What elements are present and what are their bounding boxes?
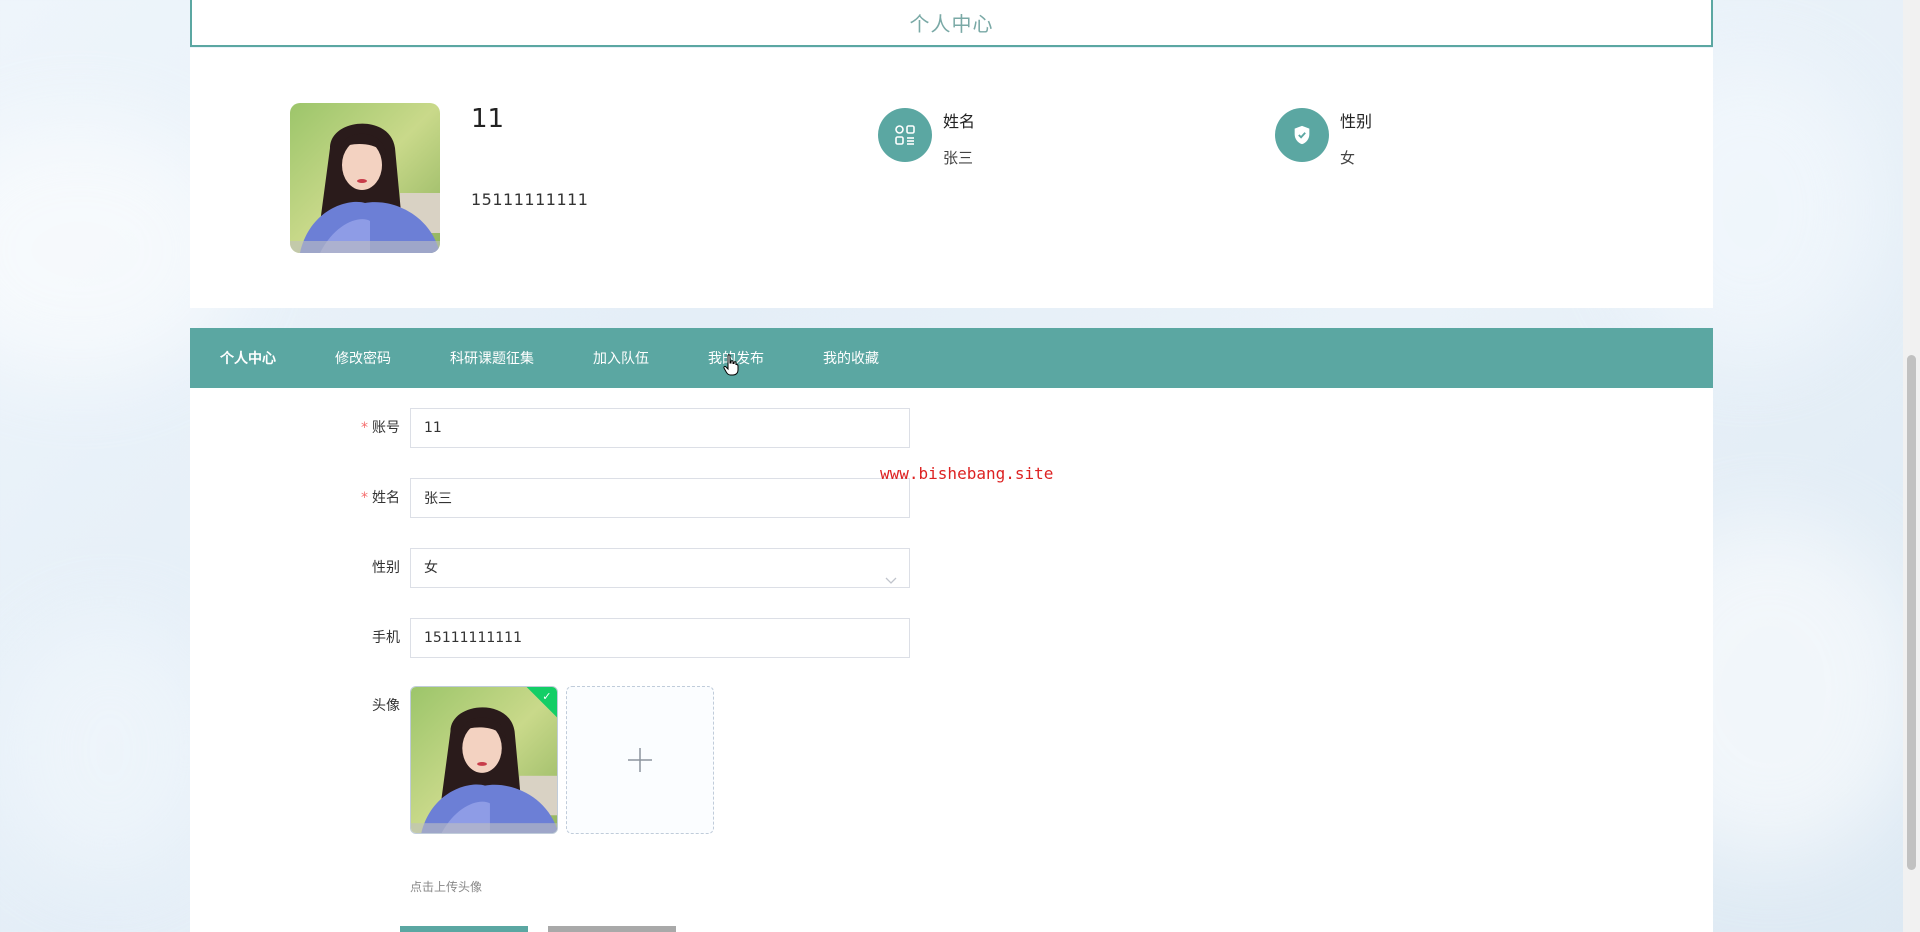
phone-input[interactable] bbox=[410, 618, 910, 658]
shield-check-icon bbox=[1275, 108, 1329, 162]
avatar bbox=[290, 103, 440, 253]
tab-join-team[interactable]: 加入队伍 bbox=[593, 348, 649, 368]
info-name-value: 张三 bbox=[943, 149, 974, 167]
gender-select-value: 女 bbox=[424, 560, 438, 576]
account-input[interactable] bbox=[410, 408, 910, 448]
watermark-text: www.bishebang.site bbox=[880, 464, 1054, 483]
check-icon: ✓ bbox=[542, 690, 552, 704]
tab-profile[interactable]: 个人中心 bbox=[220, 348, 276, 368]
required-mark: * bbox=[361, 420, 368, 436]
form-row-name: * 姓名 bbox=[190, 478, 1190, 518]
profile-card: 11 15111111111 姓名 张三 性别 女 bbox=[190, 48, 1713, 308]
scrollbar-thumb[interactable] bbox=[1907, 355, 1916, 870]
required-mark: * bbox=[361, 490, 368, 506]
page-title-bar: 个人中心 bbox=[190, 0, 1713, 47]
avatar-upload-hint: 点击上传头像 bbox=[410, 880, 483, 894]
profile-phone: 15111111111 bbox=[471, 190, 589, 209]
phone-label: 手机 bbox=[372, 630, 400, 646]
profile-username: 11 bbox=[471, 104, 505, 134]
apps-icon bbox=[878, 108, 932, 162]
page-scrollbar[interactable] bbox=[1903, 0, 1920, 932]
tab-change-password[interactable]: 修改密码 bbox=[335, 348, 391, 368]
tab-bar: 个人中心 修改密码 科研课题征集 加入队伍 我的发布 我的收藏 bbox=[190, 328, 1713, 388]
info-gender-value: 女 bbox=[1340, 149, 1356, 167]
info-gender-label: 性别 bbox=[1340, 112, 1373, 131]
logout-button[interactable] bbox=[548, 926, 676, 932]
form-row-gender: 性别 女 bbox=[190, 548, 1190, 588]
tab-my-favorites[interactable]: 我的收藏 bbox=[823, 348, 879, 368]
form-row-phone: 手机 bbox=[190, 618, 1190, 658]
page-title: 个人中心 bbox=[909, 12, 994, 36]
name-label: * 姓名 bbox=[361, 490, 400, 506]
avatar-thumbnail[interactable]: ✓ bbox=[410, 686, 558, 834]
chevron-down-icon bbox=[885, 563, 897, 601]
name-input[interactable] bbox=[410, 478, 910, 518]
info-name-label: 姓名 bbox=[943, 112, 976, 131]
gender-select[interactable]: 女 bbox=[410, 548, 910, 588]
upload-button[interactable] bbox=[566, 686, 714, 834]
form-row-account: * 账号 bbox=[190, 408, 1190, 448]
avatar-label: 头像 bbox=[372, 698, 400, 714]
tab-research-topics[interactable]: 科研课题征集 bbox=[450, 348, 534, 368]
submit-button[interactable] bbox=[400, 926, 528, 932]
hand-cursor-icon bbox=[723, 354, 739, 380]
account-label: * 账号 bbox=[361, 420, 400, 436]
plus-icon bbox=[628, 748, 652, 772]
gender-label: 性别 bbox=[372, 560, 400, 576]
